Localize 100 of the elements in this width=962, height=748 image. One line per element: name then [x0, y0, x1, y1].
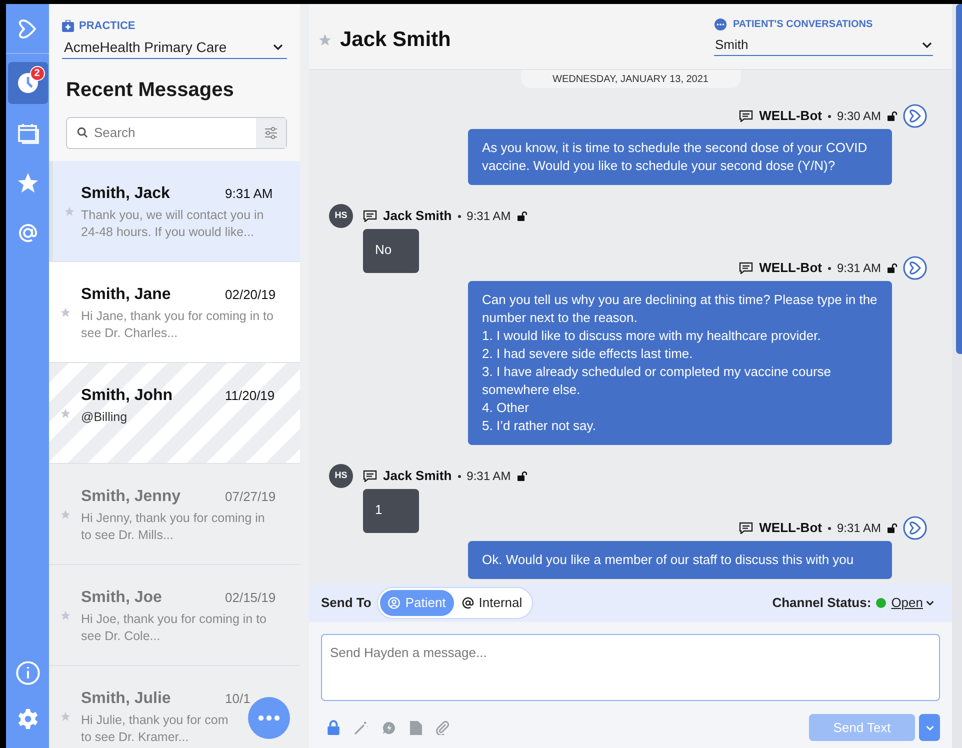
chevron-down-icon	[926, 600, 934, 606]
search-field[interactable]: Search	[66, 116, 287, 148]
scrollbar-thumb[interactable]	[956, 4, 962, 354]
medical-kit-icon	[62, 20, 74, 32]
at-sign-icon	[462, 597, 474, 609]
note-icon	[739, 522, 754, 534]
person-icon	[388, 597, 400, 609]
conversation-item[interactable]: Smith, Jane 02/20/19 Hi Jane, thank you for coming in to see Dr. Charles...	[49, 262, 300, 362]
info-icon	[14, 660, 40, 686]
bot-avatar-icon	[903, 256, 927, 280]
list-title: Recent Messages	[65, 78, 235, 102]
message-time: 02/15/19	[225, 588, 277, 606]
contact-name: Smith, Jane	[81, 284, 171, 304]
send-to-label: Send To	[321, 594, 372, 612]
sender-name: WELL-Bot	[759, 519, 822, 538]
channel-status-label: Channel Status:	[772, 594, 872, 612]
contact-name: Smith, Julie	[81, 688, 171, 708]
message-time: 9:30 AM	[836, 108, 881, 125]
contact-name: Smith, Jack	[81, 184, 170, 204]
practice-label: PRACTICE	[79, 19, 136, 34]
message-time: 9:31 AM	[225, 184, 274, 202]
message-time: 9:31 AM	[836, 520, 881, 537]
magic-wand-icon[interactable]	[354, 720, 368, 734]
lock-icon[interactable]	[887, 523, 897, 533]
clock-icon	[16, 71, 40, 95]
message-preview: Hi Joe, thank you for coming in to see Dr. Cole...	[81, 610, 268, 644]
lock-icon[interactable]	[887, 111, 897, 121]
star-icon[interactable]	[60, 508, 71, 520]
sender-name: Jack Smith	[383, 207, 452, 226]
star-icon[interactable]	[60, 610, 71, 620]
sender-name: Jack Smith	[383, 467, 452, 486]
nav-button[interactable]: 2	[8, 62, 48, 104]
lock-icon[interactable]	[516, 471, 527, 481]
conversation-item[interactable]: Smith, Jenny 07/27/19 Hi Jenny, thank you for coming in to see Dr. Mills...	[49, 464, 300, 564]
practice-dropdown[interactable]: AcmeHealth Primary Care	[62, 36, 287, 58]
message-bubble: Can you tell us why you are declining at this time? Please type in the number next to the reason. 1. I would like to discuss more with my healthcare provider. 2. I had severe side effects last time. 3. I have already scheduled or completed my vaccine course somewhere else. 4. Other 5. I’d rather not say.	[468, 281, 892, 445]
calendar-icon	[16, 121, 40, 145]
star-icon[interactable]	[64, 206, 75, 216]
note-icon	[739, 110, 754, 122]
patient-name: Jack Smith	[340, 27, 451, 53]
filter-button[interactable]	[256, 118, 286, 148]
message-bubble: As you know, it is time to schedule the second dose of your COVID vaccine. Would you like to schedule your second dose (Y/N)?	[468, 129, 892, 185]
message-time: 02/20/19	[225, 286, 277, 304]
message-preview: Hi Jenny, thank you for coming in to see Dr. Mills...	[81, 510, 266, 544]
star-icon	[16, 171, 40, 195]
lock-icon[interactable]	[516, 211, 527, 221]
sliders-icon	[264, 126, 278, 140]
message-time: 07/27/19	[225, 488, 277, 506]
message-time: 9:31 AM	[836, 260, 881, 277]
conversation-item[interactable]: Smith, Joe 02/15/19 Hi Joe, thank you for coming in to see Dr. Cole...	[49, 564, 300, 666]
message-bubble: 1	[363, 489, 419, 533]
conversation-item[interactable]: Smith, Julie 10/1 Hi Julie, thank you for com to see Dr. Kramer...	[49, 666, 300, 748]
recipient-toggle[interactable]: Patient Internal	[377, 587, 534, 619]
note-icon	[363, 210, 377, 222]
message-bubble: Ok. Would you like a member of our staff to discuss this with you	[468, 541, 892, 579]
document-icon[interactable]	[410, 720, 422, 734]
star-icon[interactable]	[60, 306, 71, 318]
bot-avatar-icon	[903, 516, 927, 540]
star-icon[interactable]	[60, 710, 71, 722]
message-bubble: No	[363, 229, 419, 273]
sender-name: WELL-Bot	[759, 259, 822, 278]
message-preview: @Billing	[81, 408, 128, 426]
bot-avatar-icon	[903, 104, 927, 128]
conversation-item[interactable]: Smith, Jack 9:31 AM Thank you, we will contact you in 24-48 hours. If you would like...	[49, 160, 300, 262]
search-input[interactable]: Search	[94, 122, 244, 142]
star-icon[interactable]	[60, 408, 71, 418]
note-icon	[363, 470, 377, 482]
conversation-dropdown[interactable]: Smith	[714, 34, 933, 56]
paperclip-icon[interactable]	[436, 720, 450, 734]
avatar: HS	[329, 204, 353, 228]
status-dropdown[interactable]: Open	[891, 593, 934, 613]
conversation-item[interactable]: Smith, John 11/20/19 @Billing	[49, 362, 300, 464]
message-preview: Thank you, we will contact you in 24-48 hours. If you would like...	[81, 206, 265, 240]
more-icon	[258, 715, 280, 721]
recipient-option[interactable]: Internal	[454, 590, 530, 616]
chevron-down-icon	[926, 724, 934, 730]
message-time: 10/1	[225, 690, 252, 708]
message-time: 11/20/19	[225, 386, 276, 404]
message-time: 9:31 AM	[466, 208, 511, 225]
chat-bolt-icon[interactable]	[382, 720, 396, 734]
avatar: HS	[329, 464, 353, 488]
message-input[interactable]: Send Hayden a message...	[321, 634, 940, 701]
chat-bubble-icon	[714, 18, 727, 31]
chevron-down-icon	[273, 44, 283, 50]
note-icon	[739, 262, 754, 274]
message-preview: Hi Julie, thank you for com to see Dr. Kramer...	[81, 712, 228, 746]
contact-name: Smith, John	[81, 386, 173, 406]
settings-icon	[16, 707, 40, 731]
contact-name: Smith, Joe	[81, 588, 162, 608]
conversations-label: PATIENT'S CONVERSATIONS	[733, 18, 873, 32]
count-badge: 2	[30, 66, 44, 81]
chevron-down-icon	[922, 42, 932, 48]
send-options-button[interactable]	[919, 714, 940, 741]
star-icon[interactable]	[318, 32, 332, 47]
lock-icon[interactable]	[887, 263, 897, 273]
message-time: 9:31 AM	[466, 468, 511, 485]
contact-name: Smith, Jenny	[81, 486, 181, 506]
sender-name: WELL-Bot	[759, 107, 822, 126]
search-icon	[77, 127, 88, 138]
message-preview: Hi Jane, thank you for coming in to see Dr. Charles...	[81, 308, 274, 342]
